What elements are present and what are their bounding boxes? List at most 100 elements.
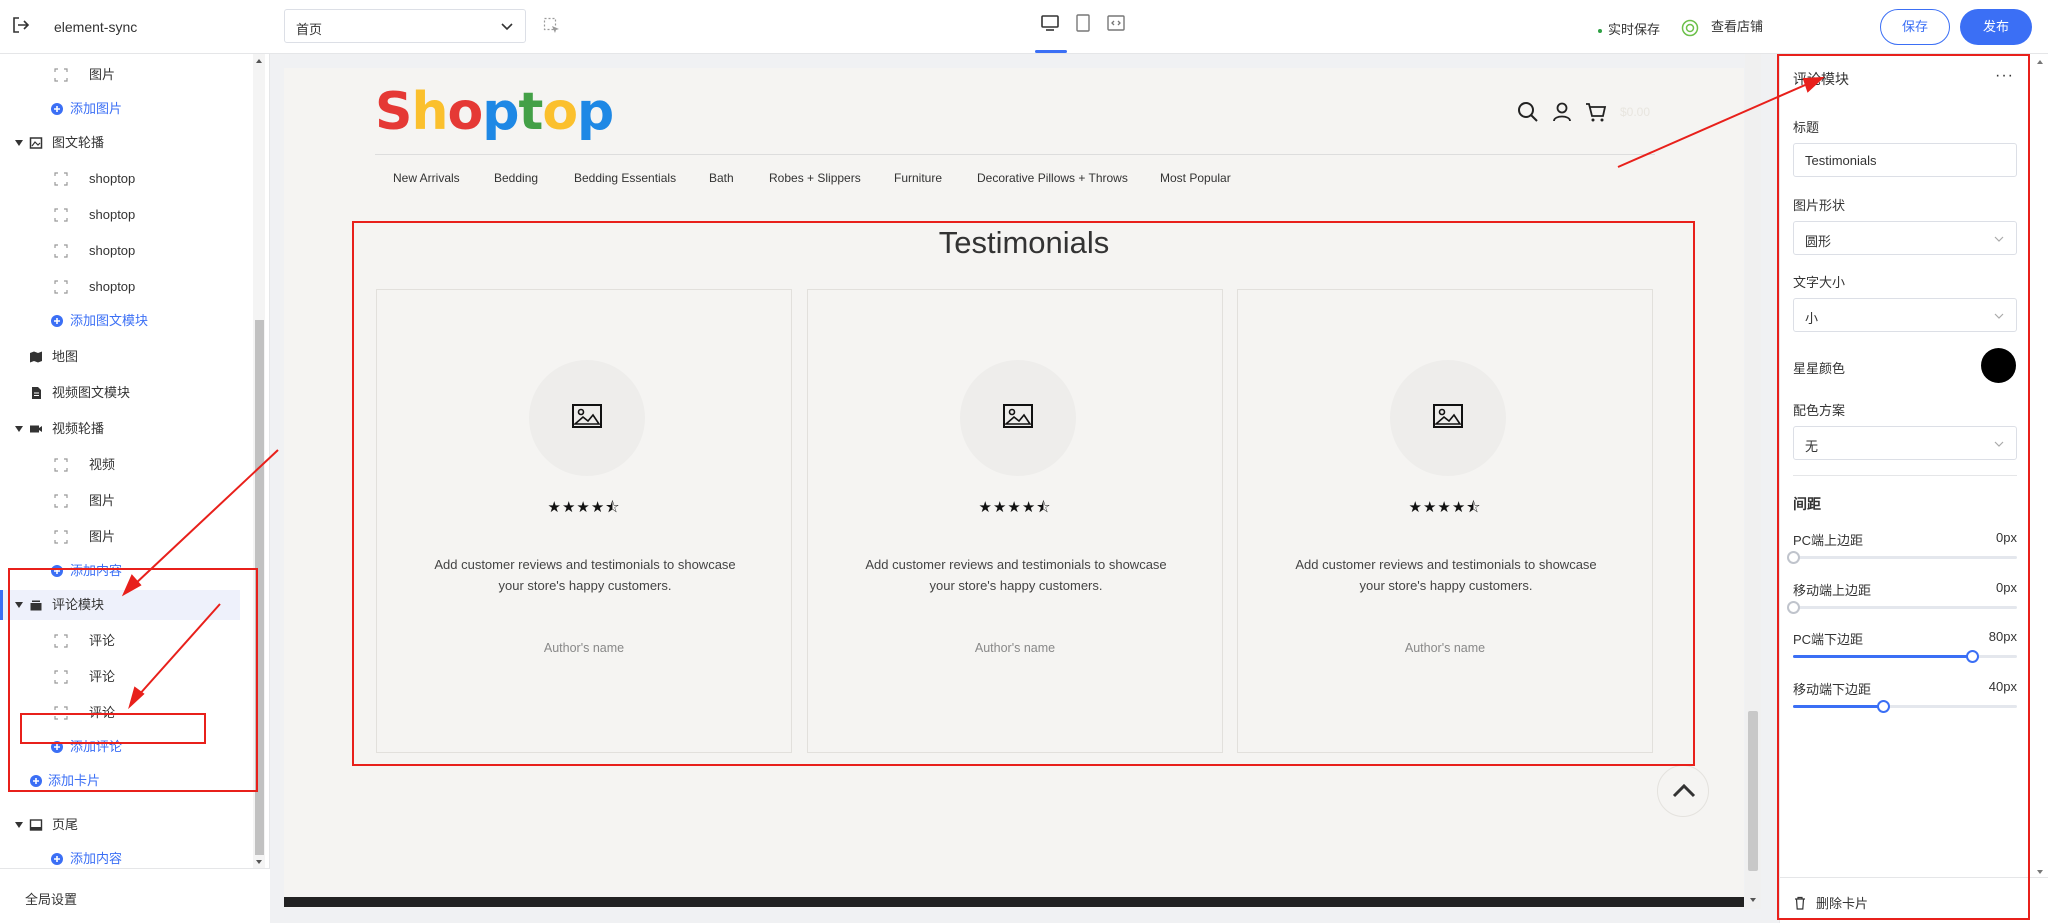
sidebar-item-footer[interactable]: 页尾 [0,810,255,840]
sidebar-item-image[interactable]: 图片 [0,60,255,90]
sidebar-scroll-thumb[interactable] [255,320,264,855]
selection-indicator [0,590,3,620]
spacing-slider-label: 移动端下边距 [1793,682,1872,697]
slider-thumb[interactable] [1787,551,1800,564]
sidebar-item-add-card[interactable]: 添加卡片 [0,766,255,796]
canvas-scroll-thumb[interactable] [1748,711,1758,871]
sidebar-item-shoptop[interactable]: shoptop [0,164,255,194]
delete-card-label: 删除卡片 [1816,896,1869,911]
color-scheme-select[interactable]: 无 [1793,426,2017,460]
canvas-scrollbar[interactable] [1745,54,1761,909]
spacing-section-title: 间距 [1793,496,1821,512]
testimonial-card[interactable]: ★★★★⯪ Add customer reviews and testimonia… [1237,289,1653,753]
caret-down-icon[interactable] [15,601,23,609]
author-name: Author's name [1404,641,1486,655]
scroll-up-arrow-icon[interactable] [2036,58,2044,66]
scroll-down-arrow-icon[interactable] [255,858,263,866]
sidebar-item-label: shoptop [89,207,136,222]
caret-down-icon[interactable] [15,425,23,433]
image-placeholder-icon [572,404,602,428]
sidebar-item-label: 视频轮播 [52,421,105,436]
block-icon [54,208,68,222]
star-color-swatch[interactable] [1981,348,2016,383]
sidebar-item-video-carousel[interactable]: 视频轮播 [0,414,255,444]
title-input[interactable]: Testimonials [1793,143,2017,177]
sidebar-item-shoptop[interactable]: shoptop [0,200,255,230]
spacing-slider[interactable] [1787,601,2017,614]
sidebar-item-label: 图片 [89,529,116,544]
author-name: Author's name [974,641,1056,655]
sidebar-item-review[interactable]: 评论 [0,698,255,728]
caret-down-icon[interactable] [15,821,23,829]
spacing-slider[interactable] [1793,700,2017,713]
sidebar-item-add-image[interactable]: 添加图片 [0,94,255,124]
spacing-slider-label: PC端下边距 [1793,632,1864,647]
section-icon [29,137,43,149]
testimonial-card[interactable]: ★★★★⯪ Add customer reviews and testimonia… [807,289,1223,753]
sidebar-item-review[interactable]: 评论 [0,662,255,692]
section-icon [30,600,42,611]
image-shape-select[interactable]: 圆形 [1793,221,2017,255]
sidebar-item-add-content[interactable]: 添加内容 [0,556,255,586]
block-icon [54,634,68,648]
slider-thumb[interactable] [1787,601,1800,614]
avatar [960,360,1076,476]
sidebar-item-label: shoptop [89,243,136,258]
text-size-value: 小 [1805,311,1819,326]
sidebar-item-shoptop[interactable]: shoptop [0,236,255,266]
sidebar-item-label: 图片 [89,67,116,82]
sidebar-item-review-module[interactable]: 评论模块 [0,590,240,620]
back-to-top-button[interactable] [1657,765,1709,817]
caret-down-icon[interactable] [15,139,23,147]
image-placeholder-icon [1003,404,1033,428]
color-scheme-label: 配色方案 [1793,403,1846,418]
sidebar-item-image[interactable]: 图片 [0,486,255,516]
exit-icon[interactable] [10,14,32,36]
sidebar-scrollbar[interactable] [253,54,265,869]
spacing-slider[interactable] [1787,551,2017,564]
block-icon [54,530,68,544]
component-tree-sidebar: 图片 添加图片 图文轮播 shoptop shoptop shoptop shoptop 添加… [0,54,270,923]
sidebar-item-label: 评论 [89,633,116,648]
scroll-up-arrow-icon[interactable] [255,57,263,65]
add-circle-icon [51,853,63,865]
sidebar-item-shoptop[interactable]: shoptop [0,272,255,302]
sidebar-item-review[interactable]: 评论 [0,626,255,656]
section-icon [30,425,42,433]
testimonial-card[interactable]: ★★★★⯪ Add customer reviews and testimonia… [376,289,792,753]
add-circle-icon [51,103,63,115]
block-icon [54,280,68,294]
block-icon [54,706,68,720]
publish-button[interactable]: 发布 [1960,9,2032,45]
sidebar-item-image[interactable]: 图片 [0,522,255,552]
sidebar-item-add-review[interactable]: 添加评论 [0,732,255,762]
block-icon [54,68,68,82]
more-options-icon[interactable]: ··· [1995,67,2014,85]
slider-thumb[interactable] [1877,700,1890,713]
footer-preview-bar [284,897,1744,907]
sidebar-item-map[interactable]: 地图 [0,342,255,372]
scroll-down-arrow-icon[interactable] [1749,896,1757,904]
spacing-slider-value: 40px [1988,679,2017,694]
spacing-slider[interactable] [1793,650,2017,663]
add-circle-icon [51,315,63,327]
add-circle-icon [51,741,63,753]
app-name: element-sync [54,19,138,35]
slider-thumb[interactable] [1966,650,1979,663]
delete-card-button[interactable]: 删除卡片 [1793,893,1868,912]
spacing-slider-label: PC端上边距 [1793,533,1864,548]
sidebar-item-label: 页尾 [52,817,79,832]
sidebar-item-label: 视频图文模块 [52,385,131,400]
image-shape-label: 图片形状 [1793,198,1846,213]
review-text: Add customer reviews and testimonials to… [434,557,736,593]
sidebar-item-add-image-text-block[interactable]: 添加图文模块 [0,306,255,336]
scroll-down-arrow-icon[interactable] [2036,868,2044,876]
avatar [529,360,645,476]
add-circle-icon [30,775,42,787]
sidebar-item-video-text-block[interactable]: 视频图文模块 [0,378,255,408]
text-size-select[interactable]: 小 [1793,298,2017,332]
sidebar-item-image-text-carousel[interactable]: 图文轮播 [0,128,255,158]
sidebar-item-video[interactable]: 视频 [0,450,255,480]
global-settings-link[interactable]: 全局设置 [0,868,270,923]
save-button[interactable]: 保存 [1880,9,1950,45]
